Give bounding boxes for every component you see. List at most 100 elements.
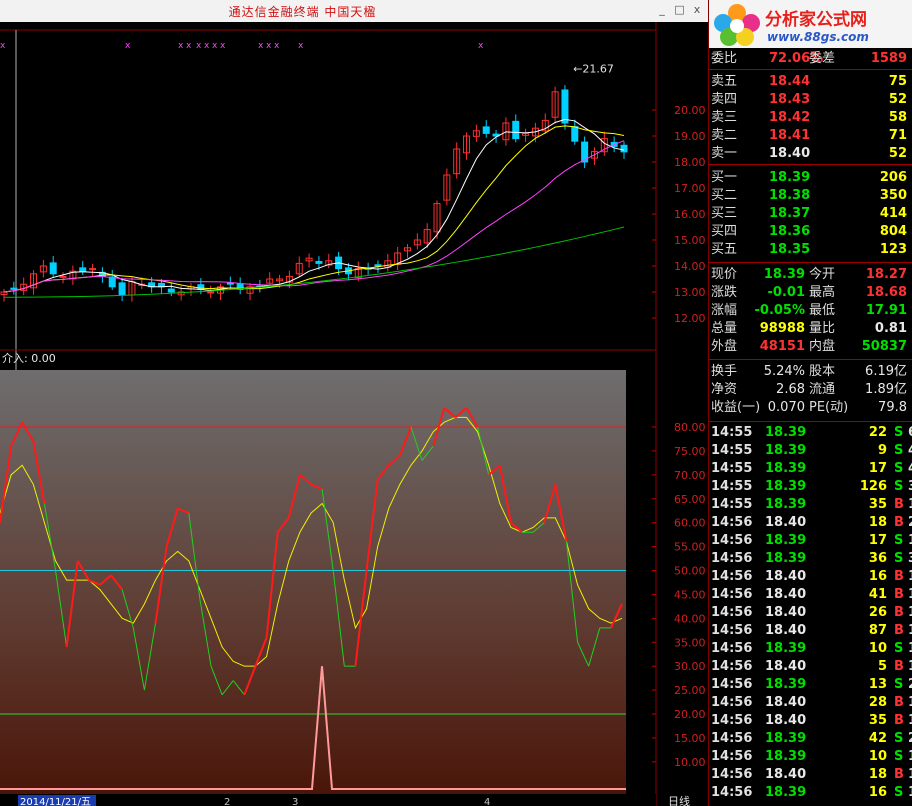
tick-count: 1 (908, 568, 912, 586)
stat-value: 18.27 (865, 267, 907, 282)
tick-direction: S (894, 533, 904, 548)
tick-time: 14:55 (711, 497, 753, 512)
osc-tick-label: 70.00 (674, 469, 706, 482)
logo: 分析家公式网 www.88gs.com (709, 0, 912, 48)
info-label: 收益(一) (711, 400, 761, 415)
tick-direction: B (894, 659, 904, 674)
bid-row: 买二 18.38 350 (709, 187, 912, 205)
close-button[interactable]: x (690, 3, 704, 16)
tick-price: 18.39 (765, 497, 807, 512)
tick-price: 18.40 (765, 569, 807, 584)
tick-row: 14:56 18.40 35 B1 (709, 712, 912, 730)
bid-price: 18.38 (769, 188, 811, 203)
price-tick-label: 18.00 (674, 156, 706, 169)
stat-row: 外盘 48151 内盘 50837 (709, 338, 912, 356)
max-price-label: ←21.67 (573, 63, 614, 76)
maximize-button[interactable]: □ (673, 3, 687, 16)
ask-row: 卖四 18.43 52 (709, 91, 912, 109)
tick-volume: 26 (868, 605, 887, 620)
minimize-button[interactable]: _ (655, 3, 669, 16)
tick-price: 18.39 (765, 551, 807, 566)
tick-direction: B (894, 605, 904, 620)
candle-body (49, 262, 57, 275)
period-label[interactable]: 日线 (668, 794, 690, 806)
tick-row: 14:56 18.40 18 B1 (709, 766, 912, 784)
bid-volume: 123 (879, 242, 907, 257)
tick-row: 14:55 18.39 35 B1 (709, 496, 912, 514)
stat-label: 外盘 (711, 339, 738, 354)
ask-price: 18.43 (769, 92, 811, 107)
tick-price: 18.40 (765, 623, 807, 638)
ask-row: 卖五 18.44 75 (709, 73, 912, 91)
bid-label: 买五 (711, 242, 738, 257)
price-tick-label: 16.00 (674, 208, 706, 221)
tick-volume: 9 (877, 443, 887, 458)
tick-row: 14:56 18.39 10 S1 (709, 640, 912, 658)
tick-count: 1 (908, 604, 912, 622)
osc-tick-label: 60.00 (674, 517, 706, 530)
tick-volume: 17 (868, 461, 887, 476)
price-tick-label: 19.00 (674, 130, 706, 143)
signal-mark: x (274, 41, 280, 51)
stat-label: 内盘 (809, 339, 836, 354)
tick-direction: S (894, 677, 904, 692)
ask-label: 卖五 (711, 74, 738, 89)
tick-price: 18.40 (765, 695, 807, 710)
divider (709, 359, 912, 360)
osc-tick-label: 40.00 (674, 612, 706, 625)
tick-price: 18.39 (765, 731, 807, 746)
stock-chart[interactable]: 20.00 19.00 18.00 17.00 16.00 15.00 14.00 13.00… (0, 22, 708, 806)
tick-direction: B (894, 587, 904, 602)
osc-tick-label: 50.00 (674, 565, 706, 578)
candle-body (315, 260, 323, 264)
info-row: 换手 5.24% 股本 6.19亿 (709, 363, 912, 381)
info-value: 6.19亿 (865, 364, 907, 379)
info-value: 5.24% (763, 364, 805, 379)
stat-label: 量比 (809, 321, 836, 336)
stat-row: 现价 18.39 今开 18.27 (709, 266, 912, 284)
tick-volume: 17 (868, 533, 887, 548)
candle-body (79, 267, 87, 272)
tick-volume: 10 (868, 641, 887, 656)
ask-row: 卖二 18.41 71 (709, 127, 912, 145)
tick-time: 14:55 (711, 479, 753, 494)
tick-row: 14:56 18.39 13 S2 (709, 676, 912, 694)
tick-time: 14:55 (711, 461, 753, 476)
candle-body (207, 291, 215, 294)
tick-volume: 41 (868, 587, 887, 602)
tick-volume: 36 (868, 551, 887, 566)
info-row: 净资 2.68 流通 1.89亿 (709, 381, 912, 399)
stat-value: 50837 (861, 339, 907, 354)
tick-time: 14:56 (711, 515, 753, 530)
divider (709, 421, 912, 422)
stat-label: 涨幅 (711, 303, 738, 318)
candle-body (108, 276, 116, 288)
osc-tick-label: 35.00 (674, 636, 706, 649)
tick-time: 14:56 (711, 749, 753, 764)
signal-mark: x (186, 41, 192, 51)
tick-time: 14:56 (711, 677, 753, 692)
order-ratio-row: 委比 72.06% 委差 1589 (709, 50, 912, 68)
current-date: 2014/11/21/五 (20, 797, 91, 806)
tick-volume: 18 (868, 767, 887, 782)
tick-direction: S (894, 641, 904, 656)
candle-body (118, 282, 126, 296)
info-value: 2.68 (776, 382, 805, 397)
tick-volume: 35 (868, 497, 887, 512)
tick-count: 2 (908, 676, 912, 694)
bid-label: 买三 (711, 206, 738, 221)
stat-row: 总量 98988 量比 0.81 (709, 320, 912, 338)
signal-mark: x (178, 41, 184, 51)
signal-mark: x (266, 41, 272, 51)
divider (709, 69, 912, 70)
tick-row: 14:56 18.40 87 B1 (709, 622, 912, 640)
ask-price: 18.42 (769, 110, 811, 125)
signal-mark: x (125, 41, 131, 51)
tick-time: 14:56 (711, 623, 753, 638)
signal-mark: x (258, 41, 264, 51)
tick-direction: S (894, 551, 904, 566)
ask-label: 卖三 (711, 110, 738, 125)
bid-volume: 206 (879, 170, 907, 185)
osc-tick-label: 15.00 (674, 732, 706, 745)
tick-price: 18.40 (765, 605, 807, 620)
